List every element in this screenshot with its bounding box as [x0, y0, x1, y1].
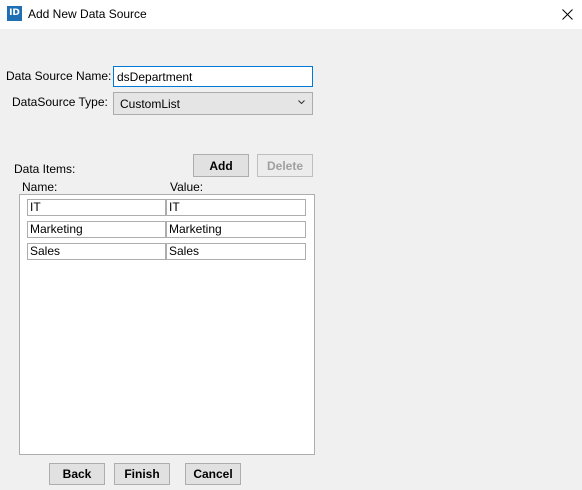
close-icon	[562, 9, 573, 20]
window-title: Add New Data Source	[28, 7, 147, 21]
value-column-header: Value:	[170, 180, 204, 194]
title-bar: ID Add New Data Source	[0, 0, 582, 29]
name-column-header: Name:	[22, 180, 58, 194]
add-button[interactable]: Add	[193, 154, 249, 177]
source-type-dropdown[interactable]: CustomList	[113, 92, 313, 115]
source-name-label: Data Source Name:	[6, 69, 112, 83]
item-value-field[interactable]: IT	[166, 199, 306, 216]
data-items-list[interactable]: IT IT Marketing Marketing Sales Sales	[19, 194, 315, 455]
app-logo-icon: ID	[7, 6, 22, 21]
source-type-label: DataSource Type:	[12, 95, 108, 109]
list-item: IT IT	[27, 199, 306, 216]
source-type-value: CustomList	[120, 97, 181, 111]
item-value-field[interactable]: Sales	[166, 243, 306, 260]
item-value-field[interactable]: Marketing	[166, 221, 306, 238]
data-items-label: Data Items:	[14, 162, 76, 176]
chevron-down-icon	[298, 100, 305, 105]
source-name-input[interactable]	[114, 67, 311, 86]
list-item: Sales Sales	[27, 243, 306, 260]
item-name-field[interactable]: Marketing	[27, 221, 166, 238]
back-button[interactable]: Back	[49, 463, 105, 485]
finish-button[interactable]: Finish	[114, 463, 170, 485]
close-button[interactable]	[552, 0, 582, 29]
cancel-button[interactable]: Cancel	[185, 463, 241, 485]
item-name-field[interactable]: Sales	[27, 243, 166, 260]
source-name-field[interactable]	[113, 66, 313, 87]
item-name-field[interactable]: IT	[27, 199, 166, 216]
delete-button[interactable]: Delete	[257, 154, 313, 177]
list-item: Marketing Marketing	[27, 221, 306, 238]
